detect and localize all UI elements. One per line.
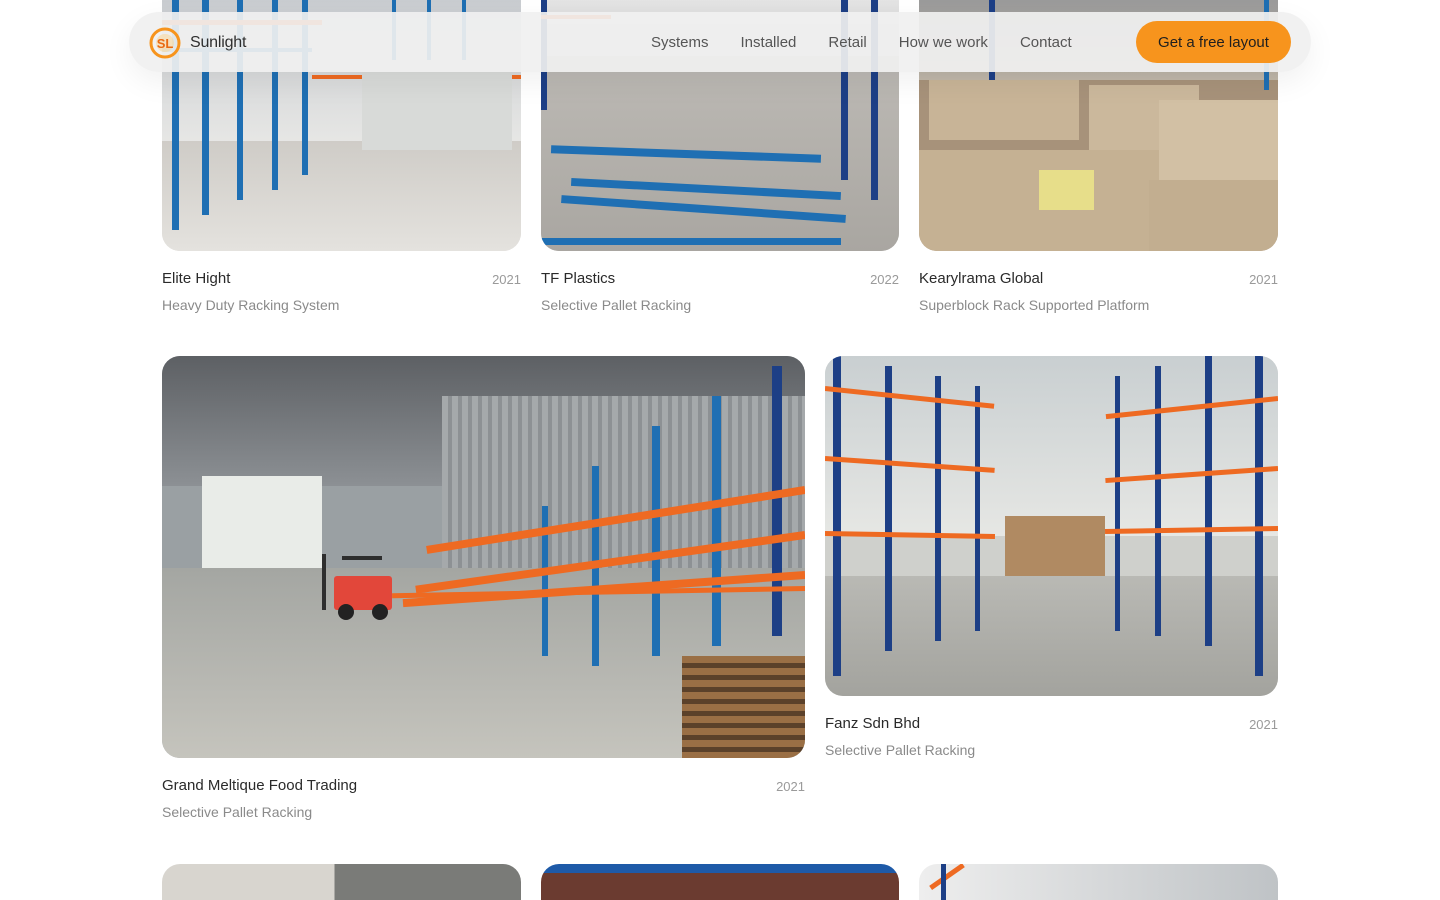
nav-link-how-we-work[interactable]: How we work	[899, 34, 988, 51]
nav-link-systems[interactable]: Systems	[651, 34, 709, 51]
project-type: Heavy Duty Racking System	[162, 297, 340, 313]
project-name[interactable]: Fanz Sdn Bhd	[825, 715, 920, 732]
project-card-grand-meltique[interactable]: Grand Meltique Food Trading 2021 Selecti…	[162, 356, 805, 826]
get-free-layout-button[interactable]: Get a free layout	[1136, 21, 1291, 63]
project-card-fanz-sdn-bhd[interactable]: Fanz Sdn Bhd 2021 Selective Pallet Racki…	[825, 356, 1278, 766]
sunlight-logo-icon: SL	[149, 27, 181, 59]
project-year: 2021	[776, 779, 805, 794]
project-card-partial[interactable]	[541, 864, 899, 900]
project-name[interactable]: Kearylrama Global	[919, 270, 1043, 287]
project-type: Selective Pallet Racking	[162, 804, 313, 820]
logo-letters: SL	[157, 36, 174, 51]
project-name[interactable]: Grand Meltique Food Trading	[162, 777, 357, 794]
project-year: 2022	[870, 272, 899, 287]
project-photo[interactable]	[541, 864, 899, 900]
project-year: 2021	[1249, 272, 1278, 287]
project-card-partial[interactable]	[162, 864, 521, 900]
project-year: 2021	[492, 272, 521, 287]
project-name[interactable]: Elite Hight	[162, 270, 230, 287]
nav-link-contact[interactable]: Contact	[1020, 34, 1072, 51]
top-navbar: SL Sunlight Systems Installed Retail How…	[129, 12, 1311, 72]
project-card-partial[interactable]	[919, 864, 1278, 900]
project-type: Selective Pallet Racking	[541, 297, 692, 313]
project-name[interactable]: TF Plastics	[541, 270, 615, 287]
project-photo[interactable]	[825, 356, 1278, 696]
nav-link-installed[interactable]: Installed	[741, 34, 797, 51]
nav-links: Systems Installed Retail How we work Con…	[651, 12, 1104, 72]
nav-link-retail[interactable]: Retail	[828, 34, 866, 51]
project-photo[interactable]	[162, 864, 521, 900]
project-type: Superblock Rack Supported Platform	[919, 297, 1150, 313]
project-type: Selective Pallet Racking	[825, 742, 976, 758]
brand[interactable]: SL Sunlight	[149, 27, 246, 59]
project-year: 2021	[1249, 717, 1278, 732]
project-photo[interactable]	[919, 864, 1278, 900]
project-photo[interactable]	[162, 356, 805, 758]
brand-name: Sunlight	[190, 34, 247, 51]
